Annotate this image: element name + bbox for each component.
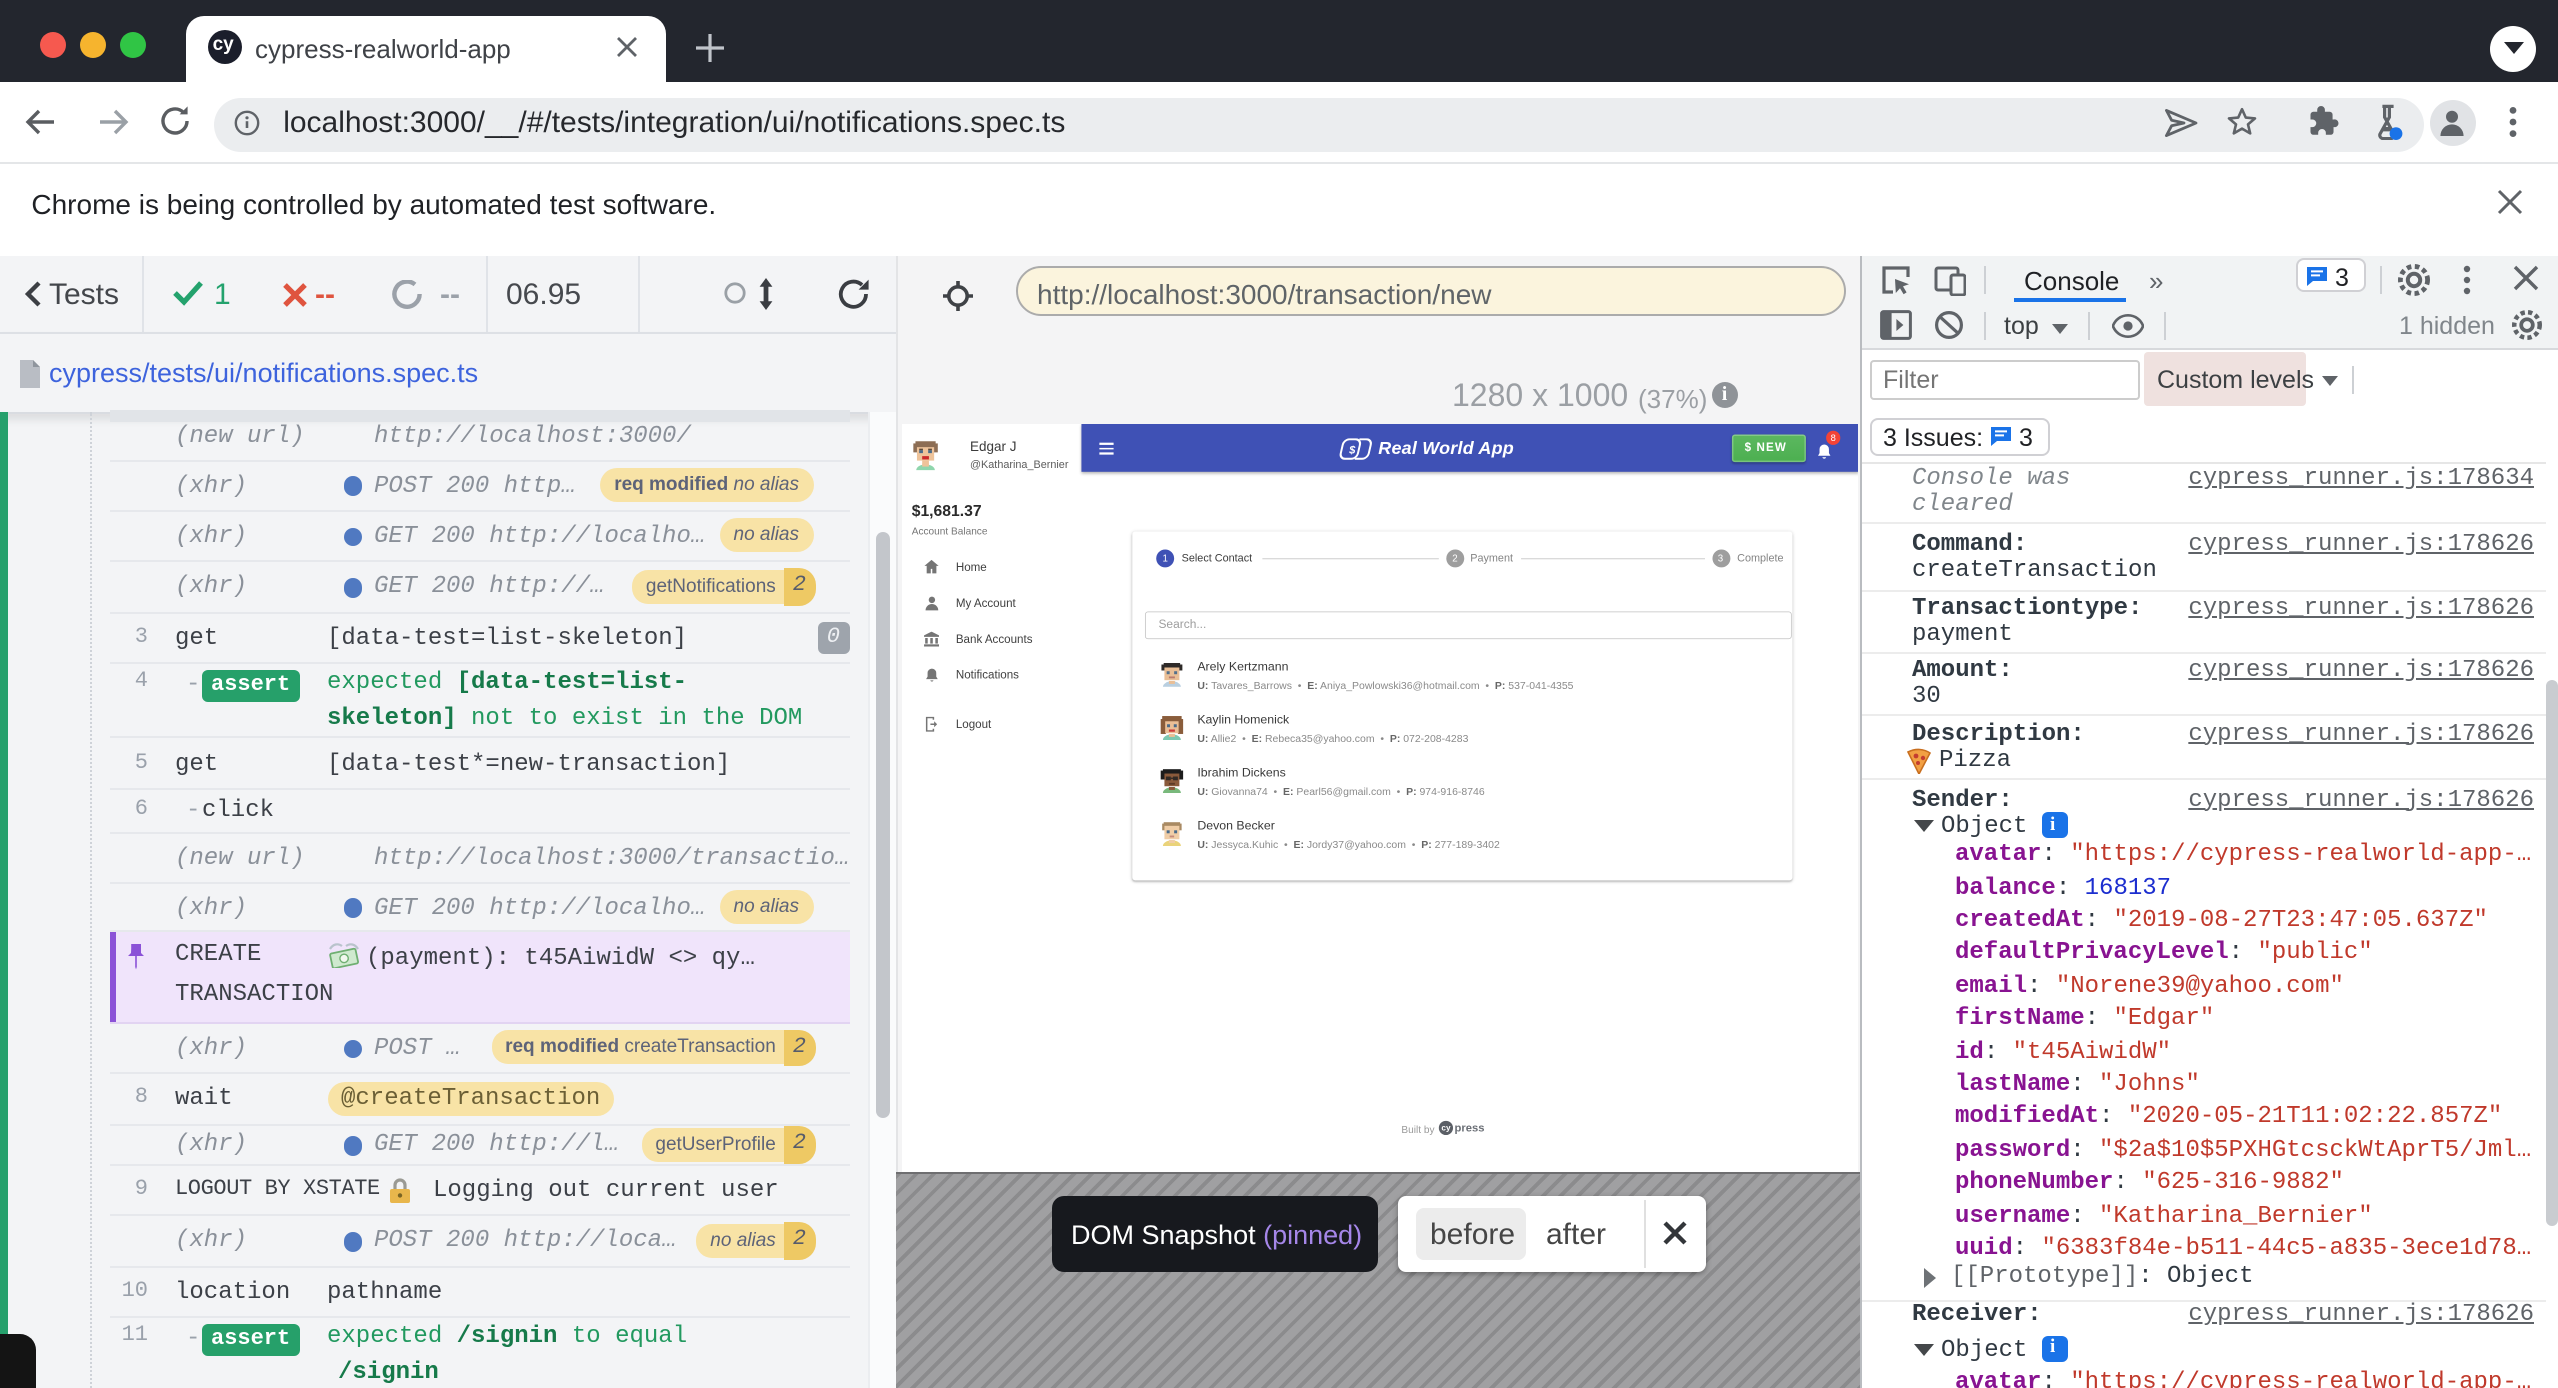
svg-text:$: $ [1347, 445, 1355, 457]
